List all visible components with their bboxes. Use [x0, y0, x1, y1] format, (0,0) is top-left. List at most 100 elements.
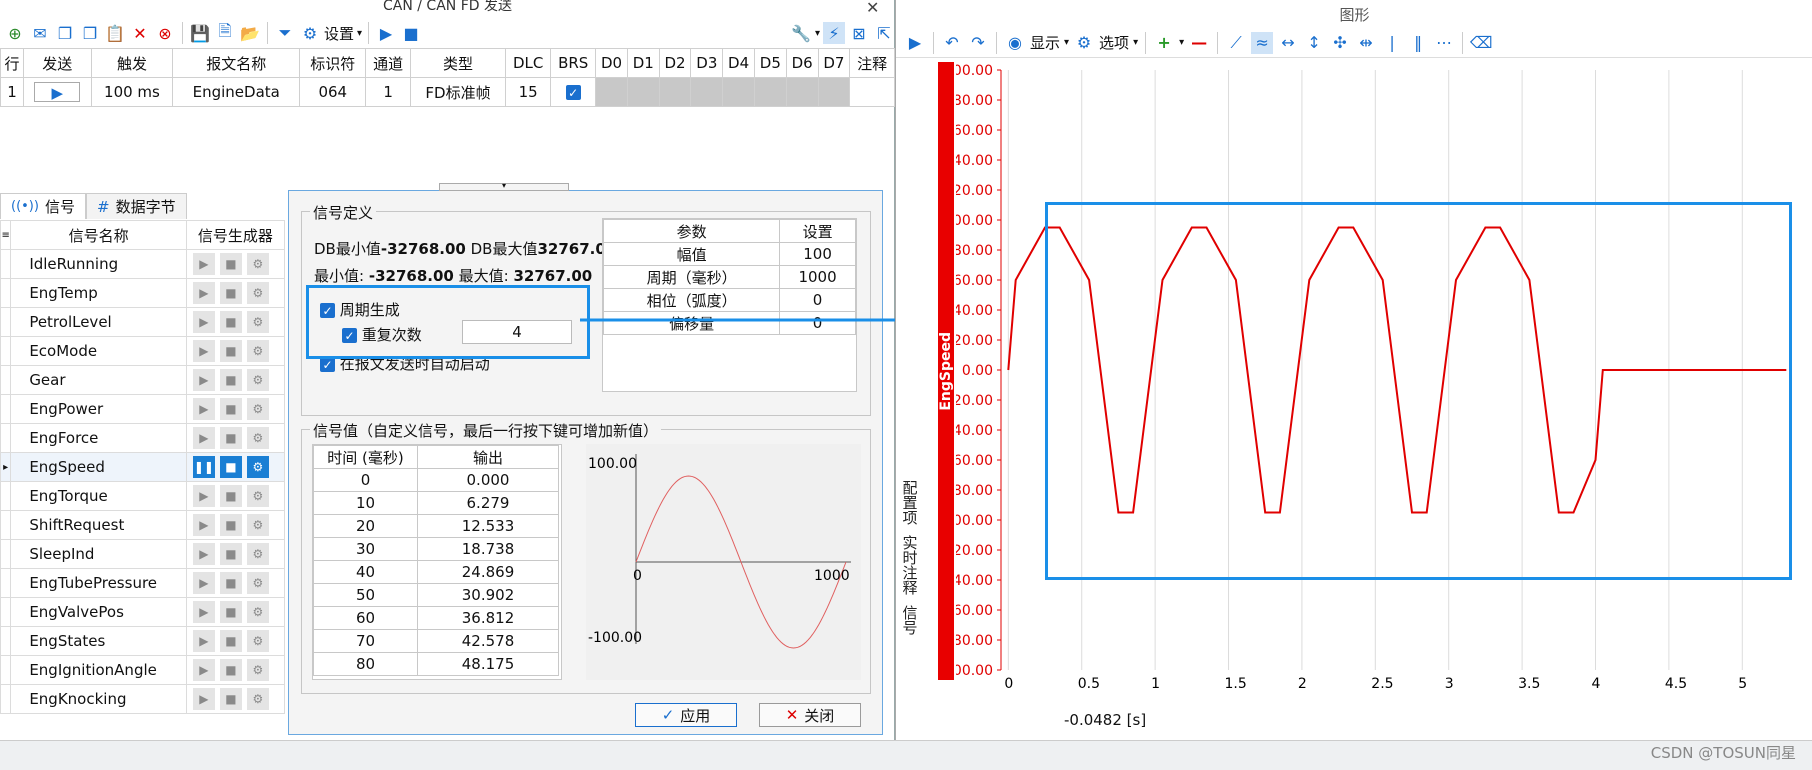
- copy-icon[interactable]: ❐: [54, 22, 76, 44]
- pause-icon[interactable]: ❚❚: [192, 456, 215, 478]
- stop-square-icon[interactable]: ■: [219, 514, 242, 536]
- gear-icon[interactable]: ⚙: [246, 543, 269, 565]
- gear-icon[interactable]: ⚙: [246, 572, 269, 594]
- copy2-icon[interactable]: ❐: [79, 22, 101, 44]
- undo-icon[interactable]: ↶: [941, 32, 963, 54]
- save-icon[interactable]: 💾: [189, 22, 211, 44]
- side-tab-config[interactable]: 配置项: [900, 480, 921, 525]
- save-as-icon[interactable]: 🗎: [214, 21, 236, 44]
- play-icon[interactable]: ▶: [192, 543, 215, 565]
- value-row[interactable]: 80 48.175: [313, 652, 559, 676]
- play-icon[interactable]: ▶: [192, 688, 215, 710]
- tab-signal[interactable]: ((•)) 信号: [0, 193, 86, 219]
- signal-row[interactable]: EngIgnitionAngle ▶ ■ ⚙: [0, 655, 286, 685]
- time-cell[interactable]: 50: [313, 583, 418, 607]
- settings-menu[interactable]: 设置: [324, 23, 354, 44]
- cell-type[interactable]: FD标准帧: [409, 77, 507, 107]
- gear-icon[interactable]: ⚙: [246, 630, 269, 652]
- value-row[interactable]: 50 30.902: [313, 583, 559, 607]
- stop-square-icon[interactable]: ■: [219, 485, 242, 507]
- time-cell[interactable]: 70: [313, 629, 418, 653]
- stop-square-icon[interactable]: ■: [219, 659, 242, 681]
- send-button[interactable]: ▶: [23, 77, 92, 107]
- time-cell[interactable]: 60: [313, 606, 418, 630]
- stop-square-icon[interactable]: ■: [219, 427, 242, 449]
- stop-square-icon[interactable]: ■: [219, 601, 242, 623]
- export-icon[interactable]: ⇱: [873, 22, 895, 44]
- play-icon[interactable]: ▶: [375, 22, 397, 44]
- play-icon[interactable]: ▶: [192, 398, 215, 420]
- gear-icon[interactable]: ⚙: [246, 601, 269, 623]
- signal-row[interactable]: IdleRunning ▶ ■ ⚙: [0, 249, 286, 279]
- output-cell[interactable]: 48.175: [417, 652, 559, 676]
- close-button[interactable]: ✕ 关闭: [759, 703, 861, 727]
- play-icon[interactable]: ▶: [192, 311, 215, 333]
- play-icon[interactable]: ▶: [192, 282, 215, 304]
- gear-icon[interactable]: ⚙: [246, 456, 269, 478]
- play-icon[interactable]: ▶: [192, 369, 215, 391]
- stop-square-icon[interactable]: ■: [219, 543, 242, 565]
- value-row[interactable]: 70 42.578: [313, 629, 559, 653]
- more-icon[interactable]: ⋯: [1433, 32, 1455, 54]
- time-cell[interactable]: 10: [313, 491, 418, 515]
- output-cell[interactable]: 42.578: [417, 629, 559, 653]
- play-icon[interactable]: ▶: [192, 601, 215, 623]
- stop-square-icon[interactable]: ■: [219, 311, 242, 333]
- value-row[interactable]: 20 12.533: [313, 514, 559, 538]
- output-cell[interactable]: 30.902: [417, 583, 559, 607]
- cell-trigger[interactable]: 100 ms: [90, 77, 174, 107]
- signal-row[interactable]: EngStates ▶ ■ ⚙: [0, 626, 286, 656]
- gear-icon[interactable]: ⚙: [246, 253, 269, 275]
- play-icon[interactable]: ▶: [192, 659, 215, 681]
- param-row[interactable]: 幅值 100: [602, 242, 856, 266]
- stop-square-icon[interactable]: ■: [219, 369, 242, 391]
- gear-icon[interactable]: ⚙: [246, 659, 269, 681]
- gear-icon[interactable]: ⚙: [246, 427, 269, 449]
- fit-x-icon[interactable]: ↔: [1277, 32, 1299, 54]
- signal-axis-bar[interactable]: EngSpeed: [938, 62, 954, 680]
- chart-icon[interactable]: ⟋: [1225, 32, 1247, 54]
- time-cell[interactable]: 40: [313, 560, 418, 584]
- stop-square-icon[interactable]: ■: [219, 630, 242, 652]
- side-tab-signal[interactable]: 信号: [900, 605, 921, 635]
- gear-icon[interactable]: ⚙: [246, 340, 269, 362]
- gear-icon[interactable]: ⚙: [246, 369, 269, 391]
- signal-row[interactable]: ▸ EngSpeed ❚❚ ■ ⚙: [0, 452, 286, 482]
- mail-icon[interactable]: ✉: [29, 22, 51, 44]
- redo-icon[interactable]: ↷: [967, 32, 989, 54]
- cell-name[interactable]: EngineData: [172, 77, 301, 107]
- signal-row[interactable]: EngTubePressure ▶ ■ ⚙: [0, 568, 286, 598]
- play-icon[interactable]: ▶: [192, 427, 215, 449]
- stop-square-icon[interactable]: ■: [219, 253, 242, 275]
- cell-dlc[interactable]: 15: [505, 77, 552, 107]
- signal-row[interactable]: EngPower ▶ ■ ⚙: [0, 394, 286, 424]
- minus-icon[interactable]: —: [1188, 32, 1210, 54]
- gear-icon[interactable]: ⚙: [246, 514, 269, 536]
- gear-icon[interactable]: ⚙: [246, 311, 269, 333]
- tab-data-bytes[interactable]: # 数据字节: [85, 193, 187, 219]
- stop-square-icon[interactable]: ■: [219, 282, 242, 304]
- stop-square-icon[interactable]: ■: [219, 398, 242, 420]
- time-cell[interactable]: 20: [313, 514, 418, 538]
- output-cell[interactable]: 12.533: [417, 514, 559, 538]
- stop-square-icon[interactable]: ■: [219, 572, 242, 594]
- value-row[interactable]: 10 6.279: [313, 491, 559, 515]
- signal-row[interactable]: EcoMode ▶ ■ ⚙: [0, 336, 286, 366]
- param-value[interactable]: 1000: [779, 265, 856, 289]
- apply-button[interactable]: ✓ 应用: [635, 703, 737, 727]
- signal-row[interactable]: EngTorque ▶ ■ ⚙: [0, 481, 286, 511]
- display-menu[interactable]: 显示: [1030, 32, 1060, 53]
- output-cell[interactable]: 24.869: [417, 560, 559, 584]
- brs-checkbox[interactable]: ✓: [550, 77, 597, 107]
- filter-icon[interactable]: ⏷: [274, 22, 296, 44]
- fit-y-icon[interactable]: ↕: [1303, 32, 1325, 54]
- options-menu[interactable]: 选项: [1099, 32, 1129, 53]
- plus-icon[interactable]: +: [1153, 32, 1175, 54]
- play-icon[interactable]: ▶: [192, 340, 215, 362]
- value-row[interactable]: 0 0.000: [313, 468, 559, 492]
- gear-icon[interactable]: ⚙: [1073, 32, 1095, 54]
- play-icon[interactable]: ▶: [192, 253, 215, 275]
- stop-icon[interactable]: ⊗: [154, 22, 176, 44]
- gear-icon[interactable]: ⚙: [299, 22, 321, 44]
- output-cell[interactable]: 18.738: [417, 537, 559, 561]
